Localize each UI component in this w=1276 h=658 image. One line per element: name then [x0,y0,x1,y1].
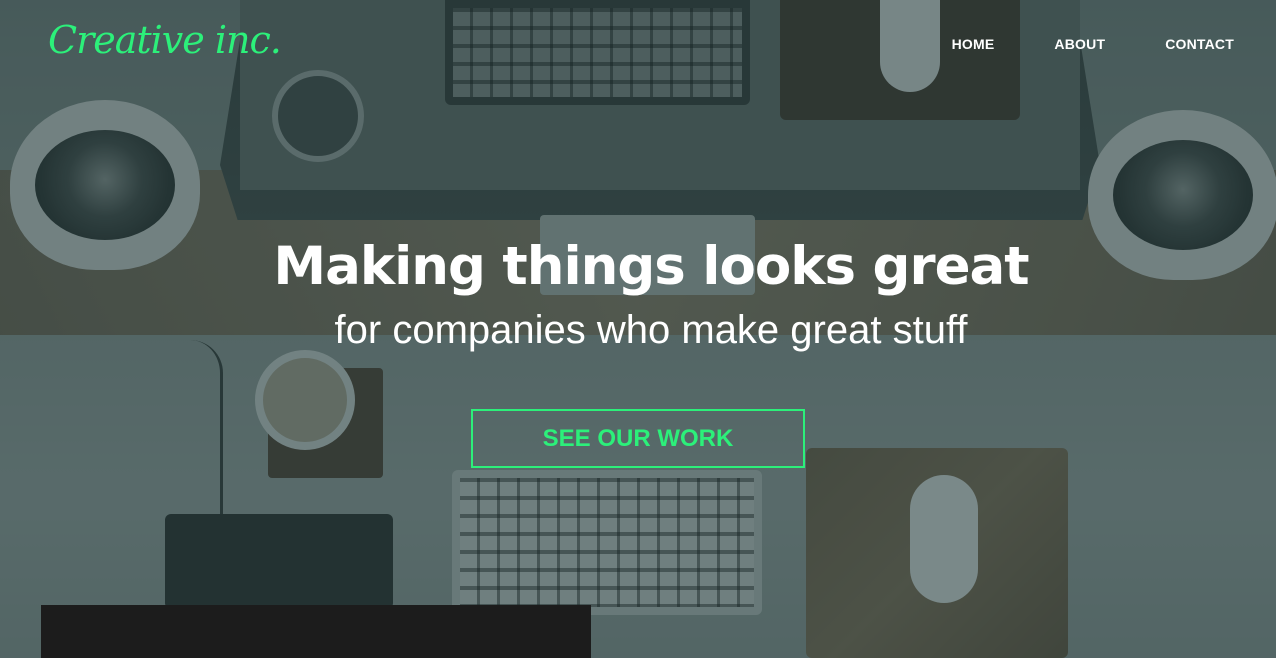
hero-subheadline: for companies who make great stuff [334,308,968,352]
nav-item-home[interactable]: HOME [952,36,995,52]
logo[interactable]: Creative inc. [48,18,282,62]
hero-section: Creative inc. HOME ABOUT CONTACT Making … [0,0,1276,658]
nav-item-about[interactable]: ABOUT [1054,36,1105,52]
nav-item-contact[interactable]: CONTACT [1165,36,1234,52]
see-our-work-button[interactable]: SEE OUR WORK [471,409,805,468]
main-nav: HOME ABOUT CONTACT [952,36,1234,52]
bottom-dark-panel [41,605,591,658]
hero-headline: Making things looks great [273,236,1029,297]
